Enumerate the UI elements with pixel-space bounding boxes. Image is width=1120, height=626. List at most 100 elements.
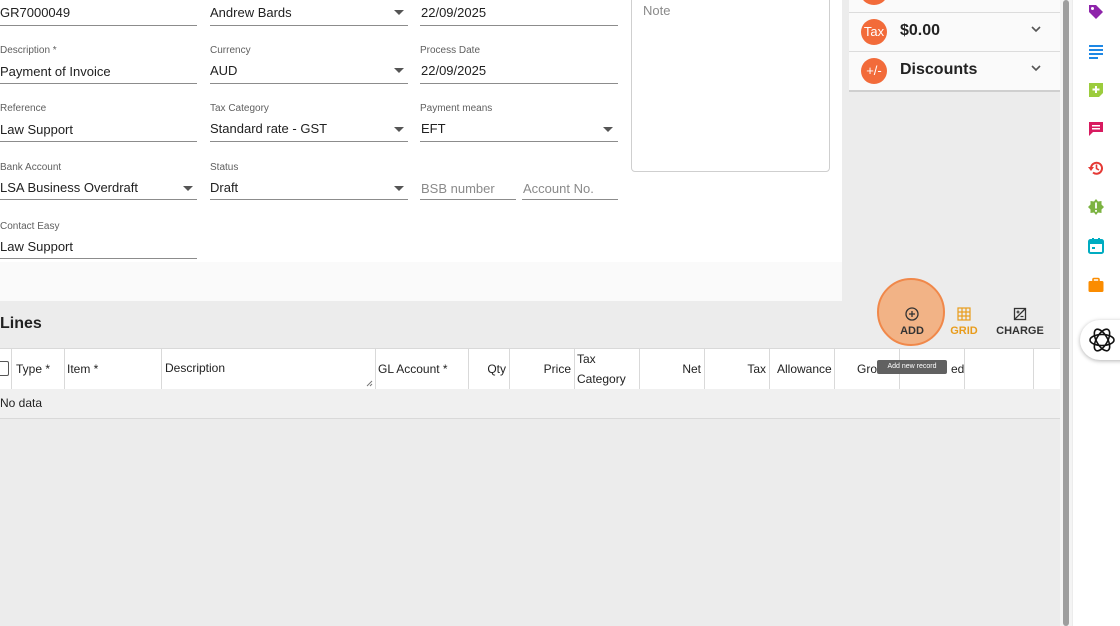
column-qty-label: Qty xyxy=(487,362,506,376)
comments-icon[interactable] xyxy=(1087,120,1105,138)
summary-panel: Tax $0.00 +/- Discounts xyxy=(849,0,1060,92)
contact-dropdown-icon[interactable] xyxy=(394,10,404,15)
resize-handle-icon[interactable] xyxy=(366,380,373,387)
contact-underline xyxy=(210,25,408,26)
tax-total: $0.00 xyxy=(900,22,941,39)
column-tax-category[interactable]: Tax Category xyxy=(575,349,640,389)
column-tax-label: Tax xyxy=(747,362,766,376)
payment-means-dropdown-icon[interactable] xyxy=(603,127,613,132)
select-all-column[interactable] xyxy=(0,349,12,389)
column-net-label: Net xyxy=(682,362,701,376)
tax-category-select[interactable]: Standard rate - GST xyxy=(210,121,327,136)
column-tax[interactable]: Tax xyxy=(705,349,770,389)
column-gl-account-label: GL Account * xyxy=(378,362,448,376)
bank-account-dropdown-icon[interactable] xyxy=(183,186,193,191)
bank-account-label: Bank Account xyxy=(0,162,62,173)
history-icon[interactable] xyxy=(1087,159,1105,177)
lines-title: Lines xyxy=(0,315,42,332)
add-note-icon[interactable] xyxy=(1087,81,1105,99)
tag-icon[interactable] xyxy=(1087,3,1105,21)
reference-label: Reference xyxy=(0,103,47,114)
page-scrollbar[interactable] xyxy=(1060,0,1072,626)
column-description[interactable]: Description xyxy=(162,349,376,389)
process-date-input[interactable]: 22/09/2025 xyxy=(421,63,486,78)
contact-select[interactable]: Andrew Bards xyxy=(210,5,292,20)
add-record-button[interactable]: ADD xyxy=(886,305,938,341)
contact-easy-underline xyxy=(0,258,197,259)
column-actions xyxy=(965,349,1034,389)
column-net[interactable]: Net xyxy=(640,349,705,389)
account-number-underline xyxy=(522,199,618,200)
column-allowance-label: Allowance xyxy=(777,362,832,376)
column-tax-category-label-2: Category xyxy=(577,372,626,386)
column-qty[interactable]: Qty xyxy=(469,349,510,389)
reference-underline xyxy=(0,141,197,142)
column-gross-label: Gro xyxy=(857,362,878,376)
bsb-number-underline xyxy=(420,199,516,200)
lines-grid-empty-row: No data xyxy=(0,389,1060,419)
invoice-number-value[interactable]: GR7000049 xyxy=(0,5,70,20)
date-input[interactable]: 22/09/2025 xyxy=(421,5,486,20)
tax-category-dropdown-icon[interactable] xyxy=(394,127,404,132)
chevron-down-icon[interactable] xyxy=(1030,62,1042,74)
calendar-icon[interactable] xyxy=(1087,237,1105,255)
notes-icon[interactable] xyxy=(1087,42,1105,60)
column-gl-account[interactable]: GL Account * xyxy=(376,349,469,389)
bank-account-underline xyxy=(0,199,197,200)
note-textarea[interactable]: Note xyxy=(631,0,830,172)
column-tax-category-label-1: Tax xyxy=(577,352,596,366)
reference-input[interactable]: Law Support xyxy=(0,122,73,137)
briefcase-icon[interactable] xyxy=(1087,276,1105,294)
add-label: ADD xyxy=(900,325,924,337)
column-type-label: Type * xyxy=(16,362,51,376)
status-dropdown-icon[interactable] xyxy=(394,186,404,191)
summary-tax-row[interactable]: Tax $0.00 xyxy=(849,13,1060,52)
add-circle-icon xyxy=(905,307,919,321)
column-filler xyxy=(1034,349,1060,389)
chevron-down-icon[interactable] xyxy=(1030,23,1042,35)
bsb-number-input[interactable]: BSB number xyxy=(421,181,495,196)
form-card: GR7000049 Andrew Bards 22/09/2025 Descri… xyxy=(0,0,842,301)
status-select[interactable]: Draft xyxy=(210,180,238,195)
discounts-label: Discounts xyxy=(900,61,978,78)
description-input[interactable]: Payment of Invoice xyxy=(0,64,111,79)
tax-category-label: Tax Category xyxy=(210,103,269,114)
currency-label: Currency xyxy=(210,45,251,56)
bank-account-select[interactable]: LSA Business Overdraft xyxy=(0,180,138,195)
alert-icon[interactable] xyxy=(1087,198,1105,216)
no-data-text: No data xyxy=(0,396,43,410)
grid-label: GRID xyxy=(950,325,978,337)
grid-view-button[interactable]: GRID xyxy=(938,305,990,341)
process-date-underline xyxy=(420,83,618,84)
column-item[interactable]: Item * xyxy=(65,349,162,389)
form-footer-area xyxy=(0,262,842,301)
column-price[interactable]: Price xyxy=(510,349,575,389)
column-type[interactable]: Type * xyxy=(12,349,65,389)
contact-easy-input[interactable]: Law Support xyxy=(0,239,73,254)
currency-select[interactable]: AUD xyxy=(210,63,237,78)
status-underline xyxy=(210,199,408,200)
invoice-number-underline xyxy=(0,25,197,26)
currency-underline xyxy=(210,83,408,84)
add-record-tooltip: Add new record xyxy=(877,360,947,374)
description-label: Description * xyxy=(0,45,57,56)
assistant-icon[interactable] xyxy=(1087,325,1117,355)
contact-easy-label: Contact Easy xyxy=(0,221,60,232)
payment-means-select[interactable]: EFT xyxy=(421,121,446,136)
description-underline xyxy=(0,83,197,84)
tax-badge: Tax xyxy=(861,19,887,45)
account-number-input[interactable]: Account No. xyxy=(523,181,594,196)
currency-dropdown-icon[interactable] xyxy=(394,68,404,73)
column-extra-label: ed xyxy=(951,362,965,376)
charge-button[interactable]: CHARGE xyxy=(994,305,1046,341)
column-price-label: Price xyxy=(543,362,571,376)
column-allowance[interactable]: Allowance xyxy=(770,349,835,389)
grid-icon xyxy=(957,307,971,321)
assistant-tab[interactable] xyxy=(1080,320,1120,360)
page-scrollbar-thumb[interactable] xyxy=(1063,0,1069,626)
select-all-checkbox[interactable] xyxy=(0,361,9,376)
right-icon-rail xyxy=(1073,0,1120,626)
status-label: Status xyxy=(210,162,239,173)
date-underline xyxy=(420,25,618,26)
summary-discounts-row[interactable]: +/- Discounts xyxy=(849,52,1060,92)
